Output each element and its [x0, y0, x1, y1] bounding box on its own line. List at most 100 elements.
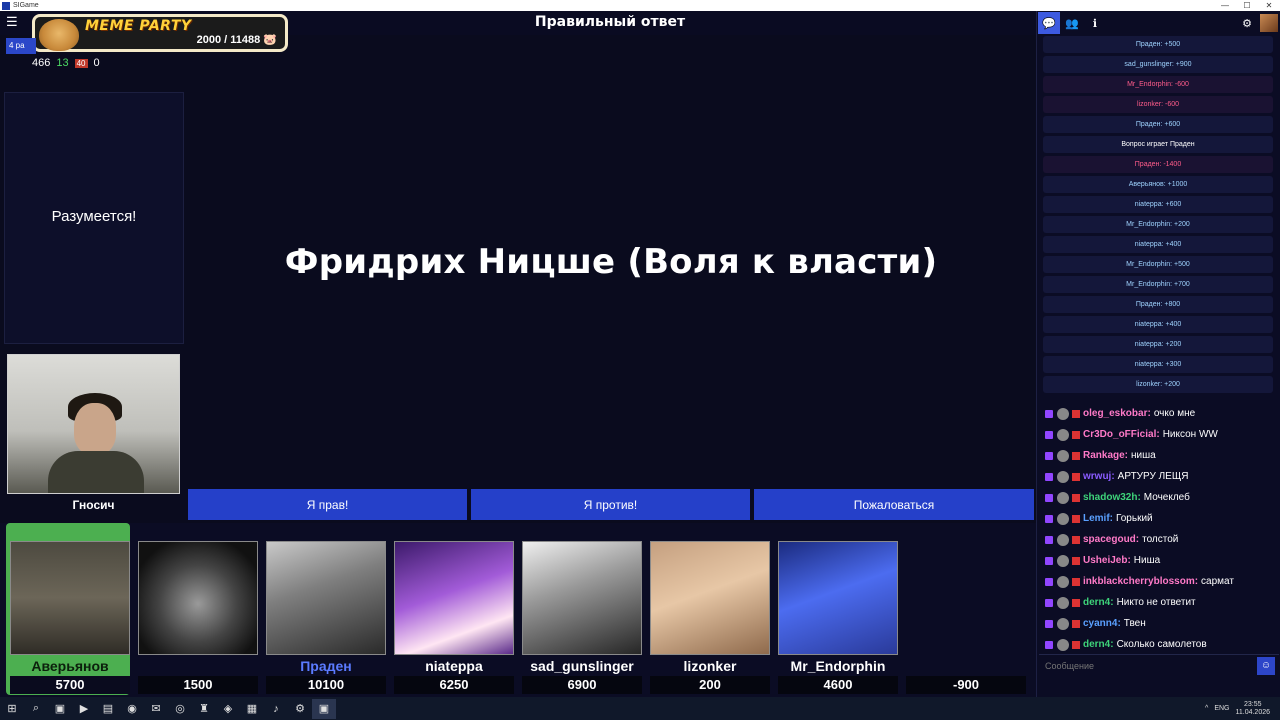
player-webcam — [522, 541, 642, 655]
player-card[interactable]: -900 — [902, 523, 1026, 695]
windows-start-icon[interactable]: ⊞ — [0, 699, 24, 719]
player-name: niateppa — [425, 658, 483, 674]
chat-username[interactable]: wrwuj: — [1083, 471, 1115, 482]
user-avatar — [1057, 428, 1069, 441]
log-entry: Mr_Endorphin: +500 — [1043, 256, 1273, 273]
twitch-icon — [1045, 577, 1053, 586]
taskview-icon[interactable]: ▣ — [48, 699, 72, 719]
twitch-icon — [1045, 619, 1053, 628]
players-bar: Аверьянов 5700 1500 Праден 10100 niatepp… — [0, 523, 1036, 697]
app-icon — [2, 1, 10, 10]
search-icon[interactable]: ⌕ — [24, 699, 48, 719]
chat-text: Ниша — [1133, 555, 1161, 566]
player-card[interactable]: lizonker 200 — [646, 523, 770, 695]
chat-username[interactable]: spacegoud: — [1083, 534, 1139, 545]
user-avatar — [1057, 512, 1069, 525]
app-icon-5[interactable]: ◈ — [216, 699, 240, 719]
chat-username[interactable]: UsheiJeb: — [1083, 555, 1131, 566]
player-score: 6900 — [522, 676, 642, 694]
user-avatar — [1057, 470, 1069, 483]
chat-username[interactable]: Rankage: — [1083, 450, 1128, 461]
browser-icon[interactable]: ◉ — [120, 699, 144, 719]
emoji-icon[interactable]: ☺ — [1257, 656, 1275, 675]
app-icon-4[interactable]: ♜ — [192, 699, 216, 719]
chat-username[interactable]: Lemif: — [1083, 513, 1113, 524]
chat-message: Cr3Do_oFFicial: Никсон WW — [1045, 424, 1277, 445]
twitch-icon — [1045, 451, 1053, 460]
player-webcam — [778, 541, 898, 655]
chat-username[interactable]: shadow32h: — [1083, 492, 1141, 503]
player-name: Mr_Endorphin — [790, 658, 886, 674]
log-entry: sad_gunslinger: +900 — [1043, 56, 1273, 73]
clock[interactable]: 23:55 11.04.2026 — [1235, 701, 1270, 717]
player-card[interactable]: niateppa 6250 — [390, 523, 514, 695]
twitch-icon — [1045, 514, 1053, 523]
player-card[interactable]: sad_gunslinger 6900 — [518, 523, 642, 695]
system-tray: ^ ENG 23:55 11.04.2026 — [1205, 701, 1280, 717]
app-icon-2[interactable]: ✉ — [144, 699, 168, 719]
minimize-button[interactable]: — — [1214, 1, 1236, 10]
chat-username[interactable]: inkblackcherryblossom: — [1083, 576, 1198, 587]
user-avatar — [1057, 554, 1069, 567]
badge-icon — [1072, 430, 1080, 439]
message-input[interactable] — [1039, 660, 1257, 671]
player-card[interactable]: Праден 10100 — [262, 523, 386, 695]
app-icon-1[interactable]: ▶ — [72, 699, 96, 719]
log-entry: Mr_Endorphin: -600 — [1043, 76, 1273, 93]
user-avatar — [1057, 533, 1069, 546]
app-icon-3[interactable]: ◎ — [168, 699, 192, 719]
settings-icon[interactable]: ⚙ — [1236, 12, 1258, 34]
i-am-right-button[interactable]: Я прав! — [188, 489, 467, 520]
twitch-icon — [1045, 493, 1053, 502]
player-card[interactable]: Mr_Endorphin 4600 — [774, 523, 898, 695]
tray-chevron-icon[interactable]: ^ — [1205, 705, 1208, 712]
log-entry: Mr_Endorphin: +700 — [1043, 276, 1273, 293]
complain-button[interactable]: Пожаловаться — [754, 489, 1034, 520]
twitch-icon — [1045, 430, 1053, 439]
chat-username[interactable]: Cr3Do_oFFicial: — [1083, 429, 1160, 440]
viewers-count: 466 — [32, 57, 51, 69]
user-avatar — [1057, 617, 1069, 630]
user-avatar — [1057, 638, 1069, 651]
lang-indicator[interactable]: ENG — [1214, 705, 1229, 712]
close-button[interactable]: ✕ — [1258, 1, 1280, 10]
stat-3: 0 — [93, 57, 100, 69]
host-message-panel: Разумеется! — [4, 92, 184, 344]
player-name: Аверьянов — [31, 658, 109, 674]
twitch-icon — [1045, 409, 1053, 418]
menu-icon[interactable]: ☰ — [6, 15, 20, 29]
chat-username[interactable]: cyann4: — [1083, 618, 1121, 629]
badge-icon — [1072, 577, 1080, 586]
folder-icon[interactable]: ▤ — [96, 699, 120, 719]
chat-icon[interactable]: 💬 — [1038, 12, 1060, 34]
chat-username[interactable]: dern4: — [1083, 639, 1114, 650]
i-am-against-button[interactable]: Я против! — [471, 489, 750, 520]
maximize-button[interactable]: ☐ — [1236, 1, 1258, 10]
chat-text: ниша — [1131, 450, 1156, 461]
chat-text: АРТУРУ ЛЕЩЯ — [1117, 471, 1189, 482]
info-icon[interactable]: ℹ — [1084, 12, 1106, 34]
twitch-icon — [1045, 472, 1053, 481]
chat-message: Lemif: Горький — [1045, 508, 1277, 529]
user-avatar — [1057, 449, 1069, 462]
app-icon-7[interactable]: ♪ — [264, 699, 288, 719]
app-icon-6[interactable]: ▦ — [240, 699, 264, 719]
avatar[interactable] — [1260, 14, 1278, 32]
log-entry: Аверьянов: +1000 — [1043, 176, 1273, 193]
users-icon[interactable]: 👥 — [1061, 12, 1083, 34]
player-card[interactable]: 1500 — [134, 523, 258, 695]
steam-icon[interactable]: ⚙ — [288, 699, 312, 719]
sigame-taskbar-icon[interactable]: ▣ — [312, 698, 336, 719]
badge-icon — [1072, 451, 1080, 460]
chat-username[interactable]: dern4: — [1083, 597, 1114, 608]
player-webcam — [906, 541, 1026, 655]
log-entry: niateppa: +300 — [1043, 356, 1273, 373]
chat-message: cyann4: Твен — [1045, 613, 1277, 634]
answer-display: Фридрих Ницше (Воля к власти) — [188, 36, 1034, 488]
log-entry: Праден: +800 — [1043, 296, 1273, 313]
log-entry: Праден: +500 — [1043, 36, 1273, 53]
stream-chat: oleg_eskobar: очко мне Cr3Do_oFFicial: Никс… — [1045, 403, 1277, 655]
chat-username[interactable]: oleg_eskobar: — [1083, 408, 1151, 419]
player-card[interactable]: Аверьянов 5700 — [6, 523, 130, 695]
chat-message: inkblackcherryblossom: сармат — [1045, 571, 1277, 592]
